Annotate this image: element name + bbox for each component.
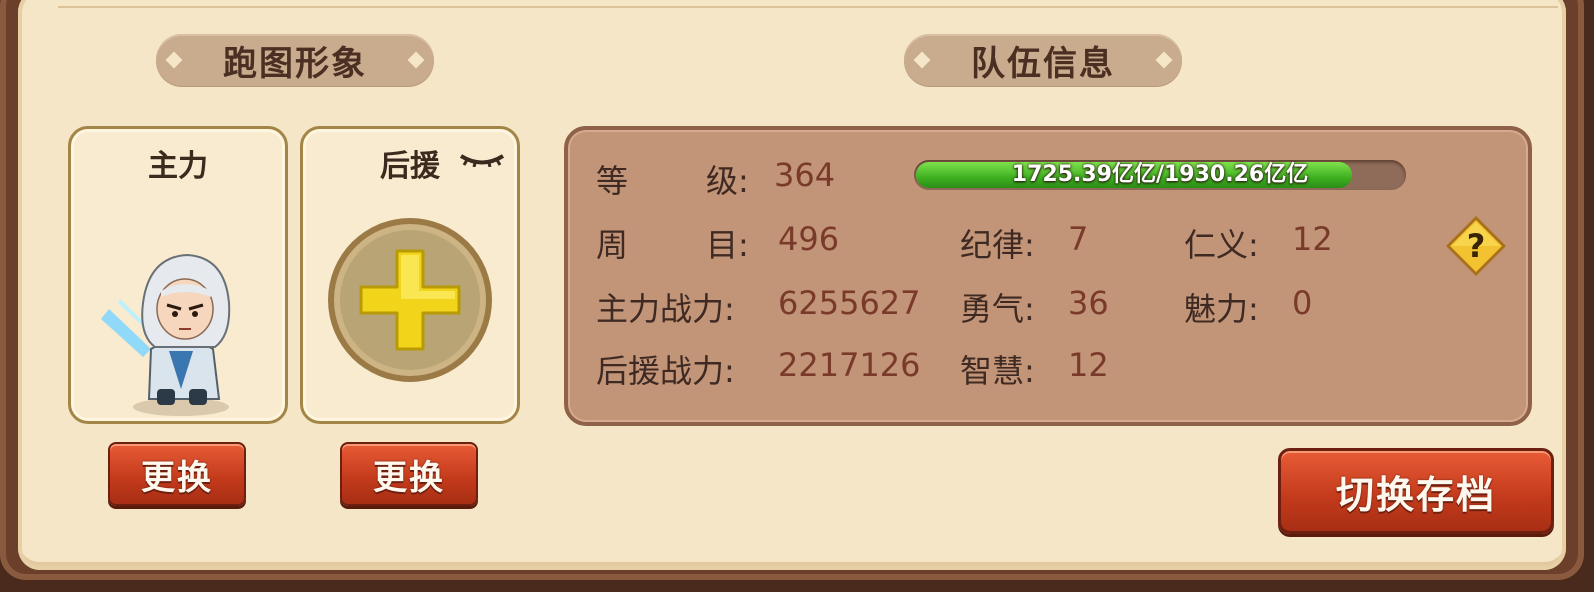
cycle-label-a: 周 — [596, 226, 629, 264]
discipline-value: 7 — [1068, 220, 1089, 258]
main-power-label: 主力战力: — [596, 290, 735, 328]
hero-avatar-icon — [101, 253, 231, 416]
change-main-button[interactable]: 更换 — [108, 442, 246, 506]
switch-save-button[interactable]: 切换存档 — [1278, 448, 1554, 534]
add-plus-icon[interactable] — [325, 215, 495, 385]
benevolence-value: 12 — [1292, 220, 1333, 258]
avatar-section-title-text: 跑图形象 — [223, 43, 367, 84]
benevolence-label: 仁义: — [1184, 226, 1259, 264]
cycle-value: 496 — [778, 220, 840, 258]
eye-closed-icon[interactable] — [459, 153, 505, 167]
charm-label: 魅力: — [1184, 290, 1259, 328]
main-power-value: 6255627 — [778, 284, 921, 322]
wisdom-label: 智慧: — [960, 352, 1035, 390]
pill-ornament-icon — [165, 51, 183, 69]
pill-ornament-icon — [407, 51, 425, 69]
support-power-value: 2217126 — [778, 346, 921, 384]
level-label-a: 等 — [596, 162, 629, 200]
svg-text:?: ? — [1467, 227, 1486, 265]
pill-ornament-icon — [913, 51, 931, 69]
support-character-card[interactable]: 后援 — [300, 126, 520, 424]
level-value: 364 — [774, 156, 836, 194]
team-section-title: 队伍信息 — [904, 34, 1182, 86]
main-card-label: 主力 — [148, 149, 208, 184]
pill-ornament-icon — [1155, 51, 1173, 69]
team-info-panel: 等 级: 364 1725.39亿亿/1930.26亿亿 周 目: 496 纪律… — [564, 126, 1532, 426]
courage-label: 勇气: — [960, 290, 1035, 328]
cycle-label-b: 目: — [706, 226, 749, 264]
charm-value: 0 — [1292, 284, 1313, 322]
wisdom-value: 12 — [1068, 346, 1109, 384]
xp-progress-text: 1725.39亿亿/1930.26亿亿 — [1011, 162, 1309, 187]
discipline-label: 纪律: — [960, 226, 1035, 264]
main-character-card[interactable]: 主力 — [68, 126, 288, 424]
xp-progress-bar: 1725.39亿亿/1930.26亿亿 — [914, 160, 1406, 190]
question-diamond-icon[interactable]: ? — [1444, 214, 1508, 278]
change-support-button[interactable]: 更换 — [340, 442, 478, 506]
team-section-title-text: 队伍信息 — [971, 43, 1115, 84]
level-label-b: 级: — [706, 162, 749, 200]
avatar-section-title: 跑图形象 — [156, 34, 434, 86]
courage-value: 36 — [1068, 284, 1109, 322]
divider — [58, 6, 1558, 8]
support-power-label: 后援战力: — [596, 352, 735, 390]
